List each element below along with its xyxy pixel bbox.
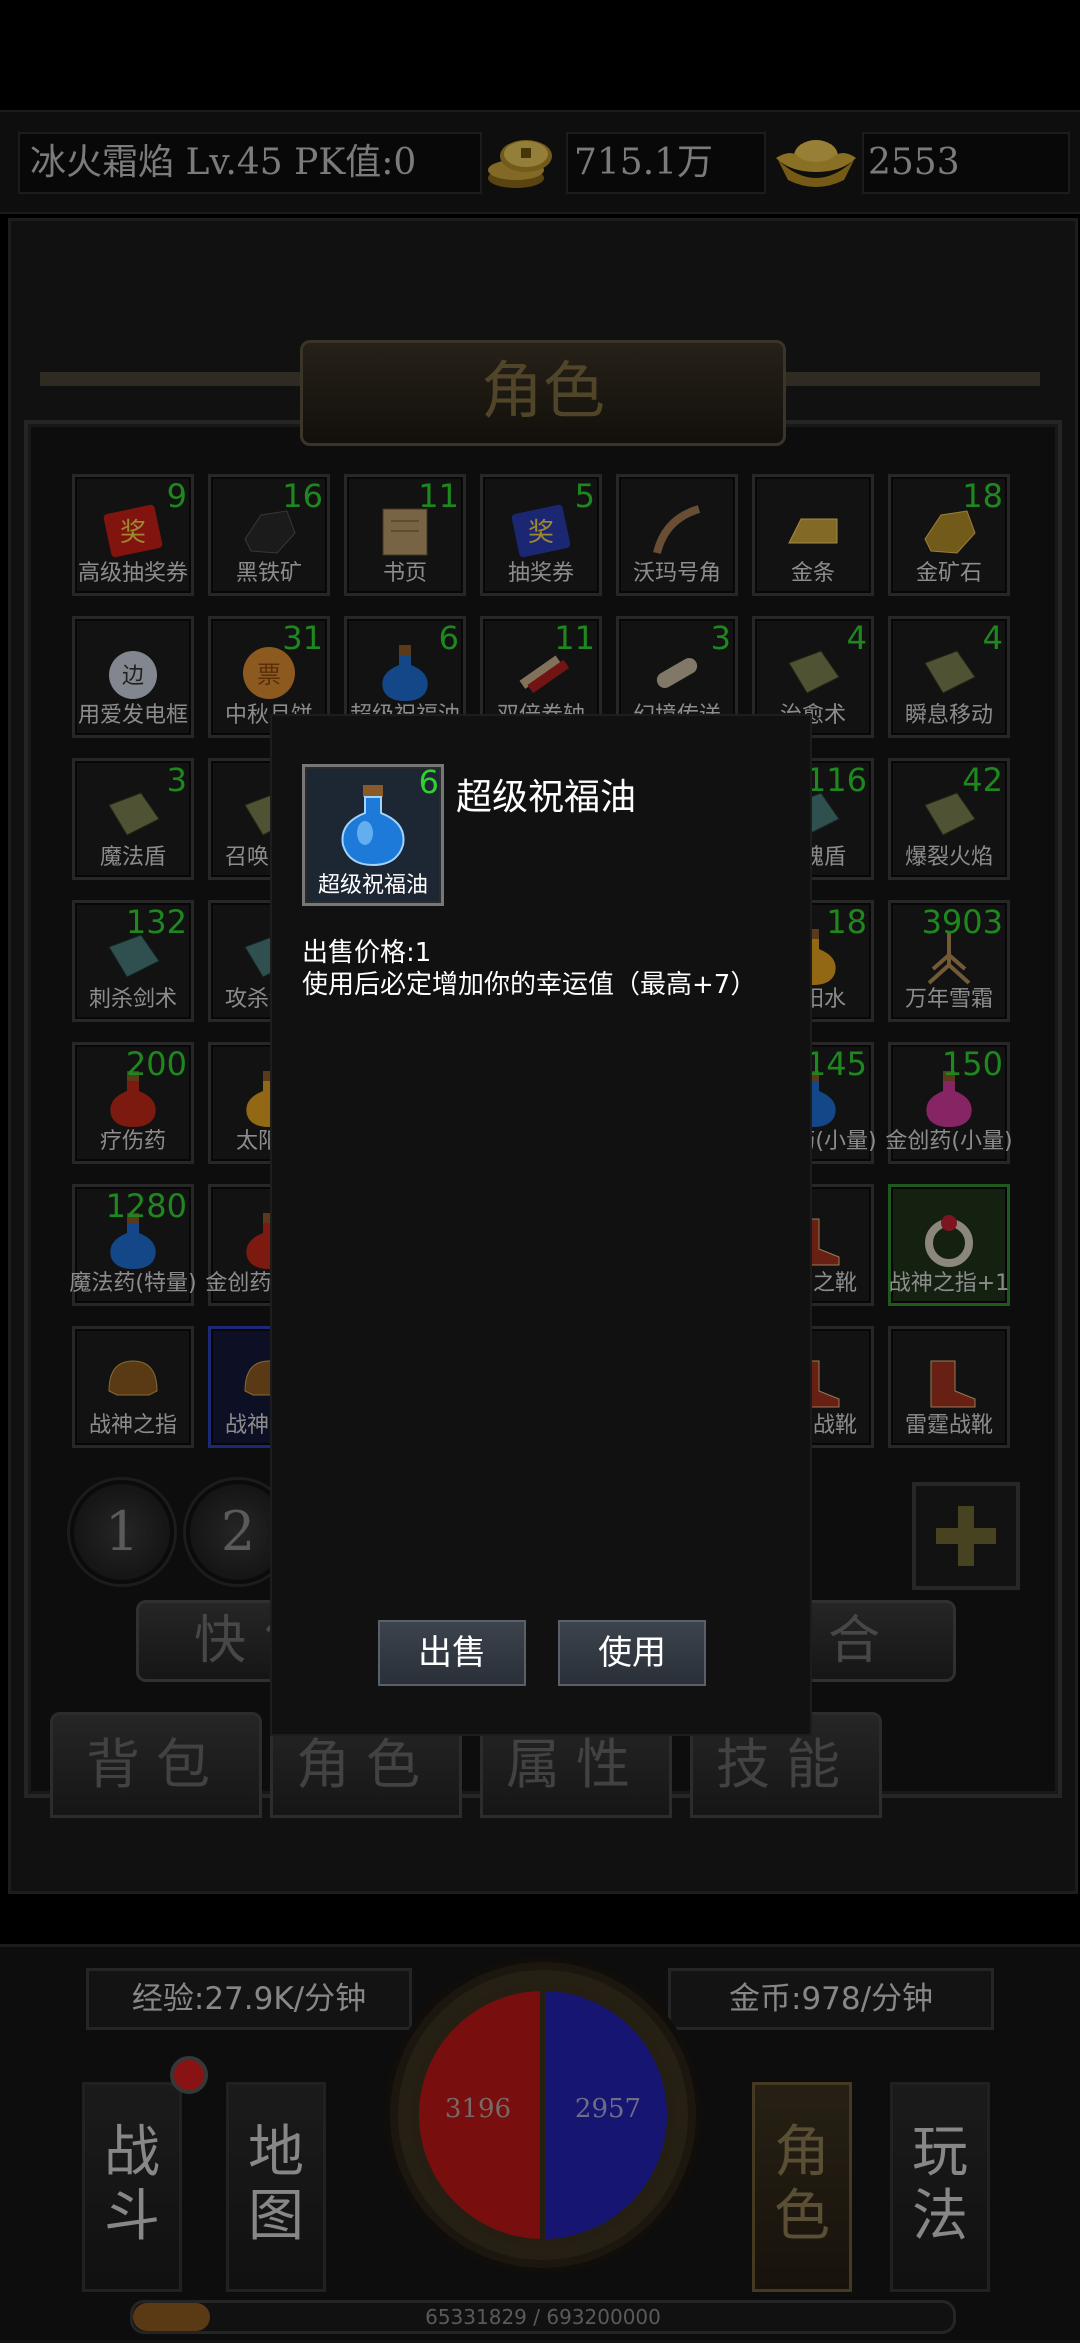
- sell-button[interactable]: 出售: [378, 1620, 526, 1686]
- item-detail-popup: 6 超级祝福油 超级祝福油 出售价格:1 使用后必定增加你的幸运值（最高+7） …: [270, 714, 812, 1736]
- popup-slot-label: 超级祝福油: [317, 873, 428, 898]
- blue-potion-icon: [341, 785, 405, 867]
- popup-item-name: 超级祝福油: [456, 777, 637, 818]
- popup-item-slot: 6 超级祝福油: [302, 763, 444, 906]
- popup-item-description: 使用后必定增加你的幸运值（最高+7）: [302, 970, 757, 1000]
- use-button[interactable]: 使用: [558, 1620, 706, 1686]
- popup-item-count: 6: [418, 763, 439, 801]
